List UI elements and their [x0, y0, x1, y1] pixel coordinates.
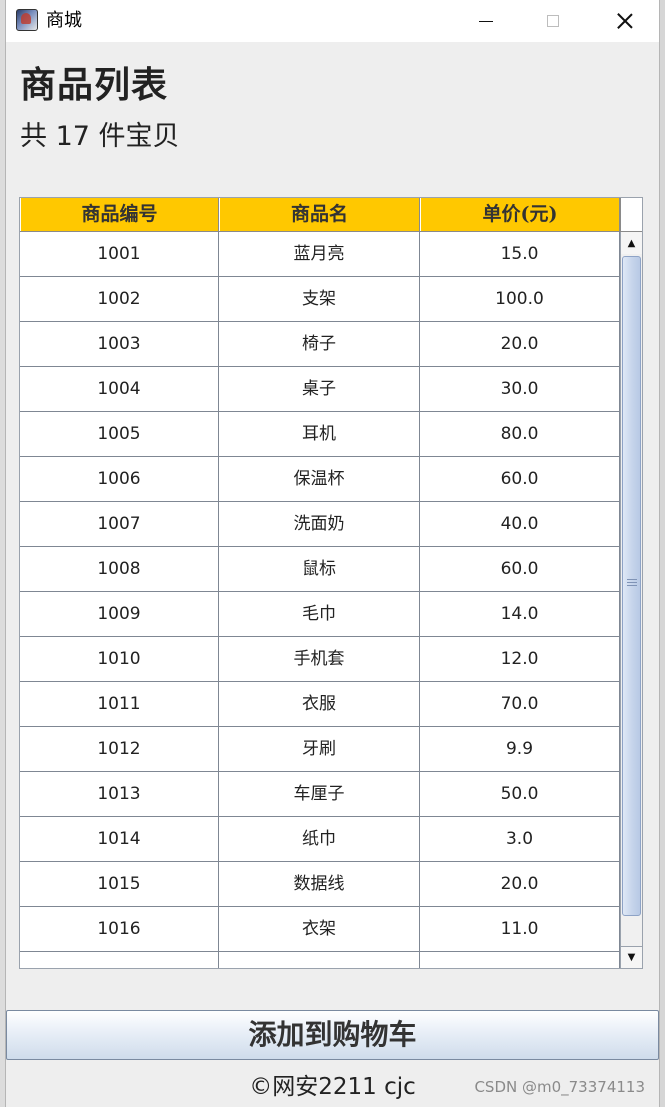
add-to-cart-button[interactable]: 添加到购物车	[6, 1010, 659, 1060]
watermark: CSDN @m0_73374113	[474, 1078, 645, 1096]
table-row[interactable]: 1016 衣架 11.0	[20, 907, 620, 952]
cell-price: 12.0	[420, 637, 620, 681]
table-row[interactable]: 1008 鼠标 60.0	[20, 547, 620, 592]
table-row[interactable]: 1015 数据线 20.0	[20, 862, 620, 907]
product-table: 商品编号 商品名 单价(元) 1001 蓝月亮 15.0 1002 支架 100.0 100…	[19, 197, 643, 969]
cell-partial	[20, 952, 219, 968]
cell-name: 手机套	[219, 637, 420, 681]
cell-price: 40.0	[420, 502, 620, 546]
close-button[interactable]	[602, 0, 648, 42]
scroll-down-arrow-icon[interactable]: ▼	[621, 946, 642, 968]
table-row[interactable]: 1004 桌子 30.0	[20, 367, 620, 412]
cell-partial	[420, 952, 620, 968]
table-row[interactable]: 1002 支架 100.0	[20, 277, 620, 322]
table-row[interactable]: 1006 保温杯 60.0	[20, 457, 620, 502]
table-header: 商品编号 商品名 单价(元)	[20, 198, 620, 232]
table-row[interactable]: 1003 椅子 20.0	[20, 322, 620, 367]
table-row[interactable]: 1011 衣服 70.0	[20, 682, 620, 727]
cell-name: 蓝月亮	[219, 232, 420, 276]
cell-id: 1013	[20, 772, 219, 816]
cell-price: 9.9	[420, 727, 620, 771]
table-row[interactable]: 1001 蓝月亮 15.0	[20, 232, 620, 277]
cell-price: 3.0	[420, 817, 620, 861]
cell-price: 50.0	[420, 772, 620, 816]
table-header-corner	[620, 198, 642, 232]
cell-name: 衣服	[219, 682, 420, 726]
table-row-partial[interactable]	[20, 952, 620, 968]
cell-name: 数据线	[219, 862, 420, 906]
shop-window: 商城 商品列表 共 17 件宝贝 商品编号 商品名 单价(元) 1001 蓝月亮 1…	[5, 0, 660, 1107]
cell-price: 70.0	[420, 682, 620, 726]
table-row[interactable]: 1009 毛巾 14.0	[20, 592, 620, 637]
close-icon	[617, 13, 633, 29]
cell-name: 车厘子	[219, 772, 420, 816]
column-header-price[interactable]: 单价(元)	[420, 198, 620, 231]
column-header-id[interactable]: 商品编号	[20, 198, 219, 231]
cell-id: 1001	[20, 232, 219, 276]
cell-id: 1011	[20, 682, 219, 726]
cell-price: 15.0	[420, 232, 620, 276]
table-row[interactable]: 1013 车厘子 50.0	[20, 772, 620, 817]
cell-id: 1005	[20, 412, 219, 456]
cell-id: 1006	[20, 457, 219, 501]
table-row[interactable]: 1010 手机套 12.0	[20, 637, 620, 682]
cell-name: 纸巾	[219, 817, 420, 861]
table-row[interactable]: 1014 纸巾 3.0	[20, 817, 620, 862]
page-title: 商品列表	[20, 65, 169, 106]
grip-icon	[627, 579, 637, 587]
maximize-button[interactable]	[530, 0, 576, 42]
cell-name: 桌子	[219, 367, 420, 411]
cell-price: 80.0	[420, 412, 620, 456]
cell-name: 保温杯	[219, 457, 420, 501]
cell-name: 洗面奶	[219, 502, 420, 546]
cell-id: 1003	[20, 322, 219, 366]
java-app-icon	[16, 9, 38, 31]
cell-id: 1012	[20, 727, 219, 771]
scroll-up-arrow-icon[interactable]: ▲	[621, 232, 642, 254]
vertical-scrollbar[interactable]: ▲ ▼	[620, 232, 642, 968]
product-count: 共 17 件宝贝	[20, 121, 180, 152]
cell-id: 1004	[20, 367, 219, 411]
cell-price: 100.0	[420, 277, 620, 321]
cell-name: 椅子	[219, 322, 420, 366]
cell-id: 1010	[20, 637, 219, 681]
cell-name: 鼠标	[219, 547, 420, 591]
cell-price: 30.0	[420, 367, 620, 411]
cell-id: 1014	[20, 817, 219, 861]
cell-id: 1015	[20, 862, 219, 906]
table-body: 1001 蓝月亮 15.0 1002 支架 100.0 1003 椅子 20.0 1004 桌子 30…	[20, 232, 620, 968]
cell-name: 耳机	[219, 412, 420, 456]
cell-name: 毛巾	[219, 592, 420, 636]
cell-price: 20.0	[420, 862, 620, 906]
table-row[interactable]: 1005 耳机 80.0	[20, 412, 620, 457]
cell-id: 1002	[20, 277, 219, 321]
cell-id: 1016	[20, 907, 219, 951]
scrollbar-thumb[interactable]	[622, 256, 641, 916]
cell-id: 1008	[20, 547, 219, 591]
cell-price: 11.0	[420, 907, 620, 951]
cell-price: 60.0	[420, 547, 620, 591]
window-title: 商城	[46, 10, 82, 31]
cell-id: 1009	[20, 592, 219, 636]
minimize-icon	[479, 20, 493, 22]
table-row[interactable]: 1012 牙刷 9.9	[20, 727, 620, 772]
cell-price: 60.0	[420, 457, 620, 501]
cell-name: 牙刷	[219, 727, 420, 771]
cell-price: 20.0	[420, 322, 620, 366]
title-bar[interactable]: 商城	[6, 0, 659, 42]
maximize-icon	[547, 15, 559, 27]
minimize-button[interactable]	[463, 0, 509, 42]
cell-partial	[219, 952, 420, 968]
cell-price: 14.0	[420, 592, 620, 636]
cell-name: 衣架	[219, 907, 420, 951]
table-row[interactable]: 1007 洗面奶 40.0	[20, 502, 620, 547]
cell-id: 1007	[20, 502, 219, 546]
cell-name: 支架	[219, 277, 420, 321]
column-header-name[interactable]: 商品名	[219, 198, 420, 231]
